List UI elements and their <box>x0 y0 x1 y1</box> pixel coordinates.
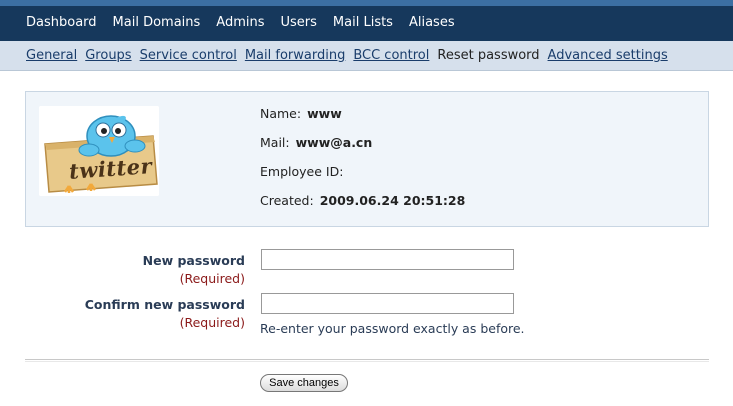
profile-name-row: Name: www <box>260 106 465 135</box>
sub-navigation: General Groups Service control Mail forw… <box>0 41 733 71</box>
sub-nav-items: General Groups Service control Mail forw… <box>26 48 676 63</box>
confirm-password-input[interactable] <box>261 293 514 314</box>
nav-mail-lists[interactable]: Mail Lists <box>333 15 393 30</box>
confirm-password-required: (Required) <box>179 315 245 330</box>
employee-id-label: Employee ID: <box>260 164 344 179</box>
new-password-required: (Required) <box>179 271 245 286</box>
nav-dashboard[interactable]: Dashboard <box>26 15 97 30</box>
new-password-label: New password <box>142 253 245 268</box>
profile-mail-row: Mail: www@a.cn <box>260 135 465 164</box>
profile-info: Name: www Mail: www@a.cn Employee ID: Cr… <box>260 106 465 222</box>
profile-created-row: Created: 2009.06.24 20:51:28 <box>260 193 465 222</box>
avatar: twitter <box>39 106 159 196</box>
mail-value: www@a.cn <box>295 135 373 150</box>
name-label: Name: <box>260 106 302 121</box>
top-nav-items: Dashboard Mail Domains Admins Users Mail… <box>26 15 471 30</box>
nav-aliases[interactable]: Aliases <box>409 15 455 30</box>
save-changes-button[interactable]: Save changes <box>260 374 348 392</box>
mail-label: Mail: <box>260 135 290 150</box>
nav-users[interactable]: Users <box>281 15 317 30</box>
subnav-general[interactable]: General <box>26 48 77 63</box>
twitter-bird-avatar-icon <box>39 106 159 196</box>
subnav-mail-forwarding[interactable]: Mail forwarding <box>245 48 345 63</box>
created-value: 2009.06.24 20:51:28 <box>319 193 466 208</box>
created-label: Created: <box>260 193 314 208</box>
form-divider <box>25 359 709 362</box>
user-profile-panel: twitter Name: www Mail: www@a.cn Employe… <box>25 91 709 227</box>
subnav-service-control[interactable]: Service control <box>140 48 237 63</box>
top-navigation: Dashboard Mail Domains Admins Users Mail… <box>0 0 733 41</box>
name-value: www <box>307 106 342 121</box>
subnav-advanced-settings[interactable]: Advanced settings <box>548 48 668 63</box>
nav-mail-domains[interactable]: Mail Domains <box>113 15 201 30</box>
confirm-password-hint: Re-enter your password exactly as before… <box>260 321 525 336</box>
profile-employee-row: Employee ID: <box>260 164 465 193</box>
subnav-groups[interactable]: Groups <box>85 48 131 63</box>
confirm-password-label: Confirm new password <box>84 297 245 312</box>
subnav-bcc-control[interactable]: BCC control <box>353 48 429 63</box>
subnav-reset-password[interactable]: Reset password <box>437 48 539 63</box>
nav-admins[interactable]: Admins <box>216 15 264 30</box>
new-password-input[interactable] <box>261 249 514 270</box>
